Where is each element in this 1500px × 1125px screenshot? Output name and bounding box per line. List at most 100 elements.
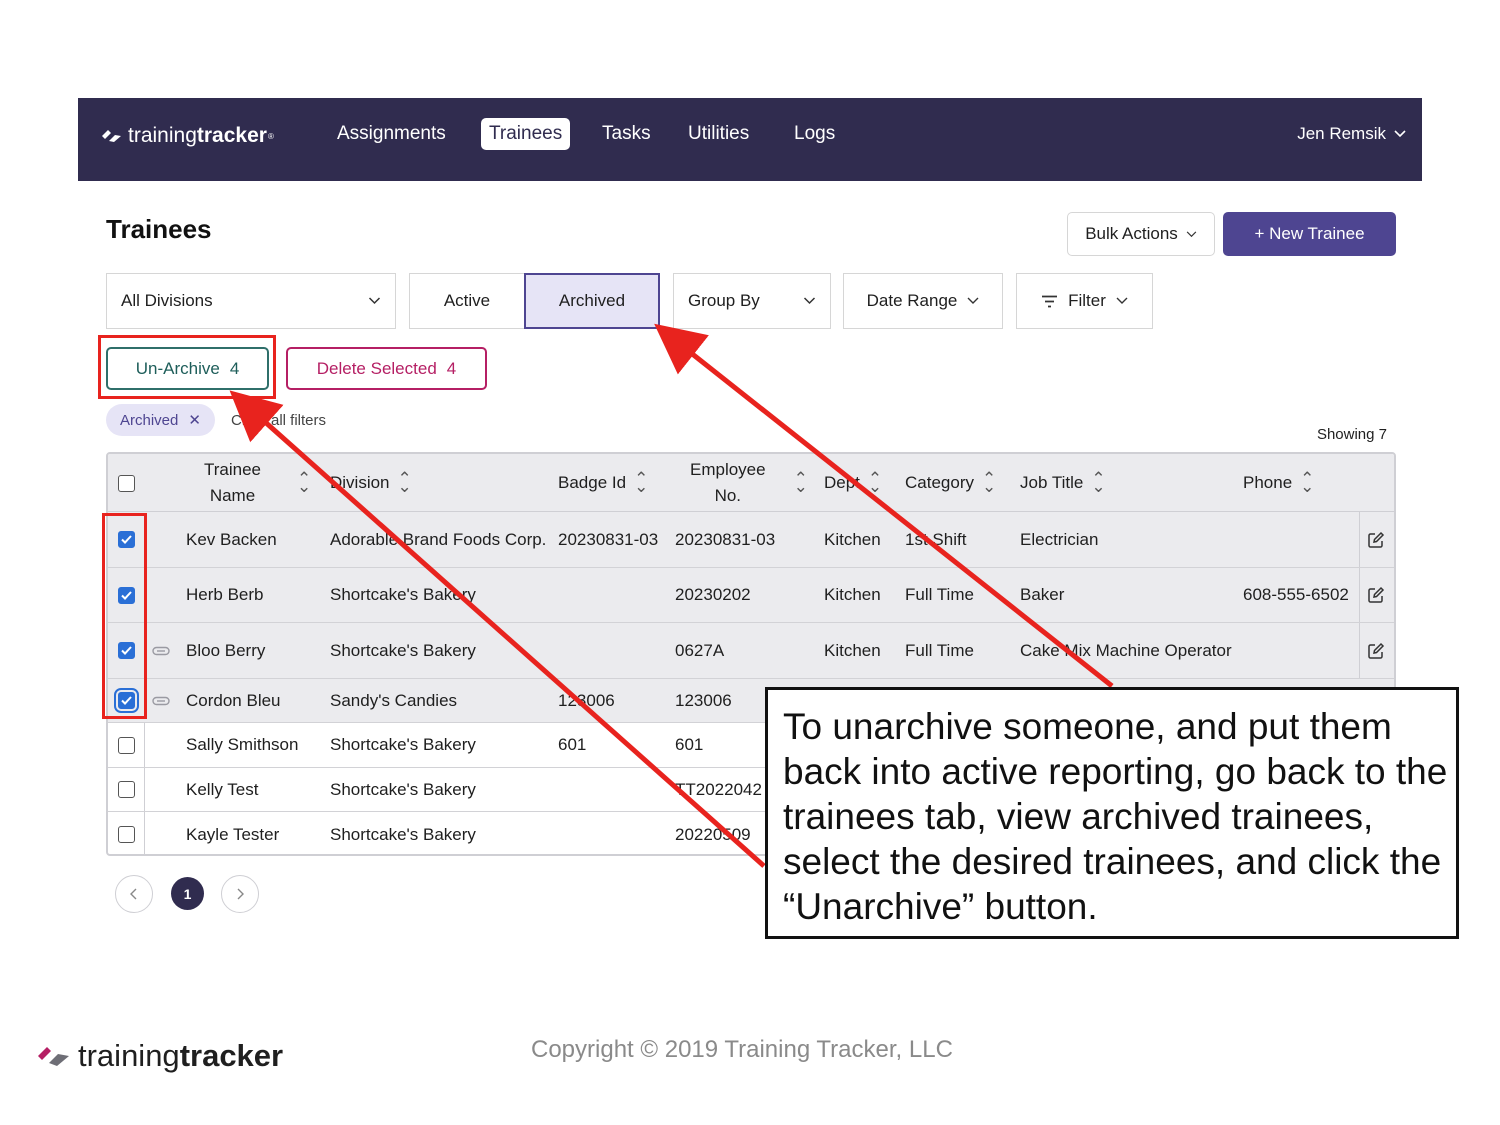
sort-icon[interactable]: ⌃ ⌄	[1091, 470, 1105, 495]
brand-logo[interactable]: training tracker ®	[100, 124, 274, 148]
sort-icon[interactable]: ⌃ ⌄	[868, 470, 882, 495]
table-row[interactable]: Kev Backen Adorable Brand Foods Corp. 2023…	[108, 512, 1394, 568]
date-range-label: Date Range	[866, 291, 958, 310]
cell-job: Baker	[1020, 585, 1065, 604]
header-employee-no[interactable]: Employee No. ⌃ ⌄	[690, 454, 808, 512]
bulk-actions-label: Bulk Actions	[1085, 224, 1178, 243]
row-checkbox[interactable]	[118, 826, 135, 843]
delete-selected-label: Delete Selected	[316, 358, 437, 378]
cell-emp: 20230831-03	[675, 529, 776, 549]
sort-icon[interactable]: ⌃ ⌄	[398, 470, 412, 495]
instruction-callout: To unarchive someone, and put them back …	[765, 687, 1459, 939]
nav-tasks[interactable]: Tasks	[594, 118, 659, 150]
header-dept[interactable]: Dept ⌃ ⌄	[824, 454, 882, 512]
header-emp-line2: No.	[714, 486, 742, 505]
footer-brand-light: training	[78, 1038, 180, 1073]
nav-assignments[interactable]: Assignments	[329, 118, 454, 150]
header-category[interactable]: Category ⌃ ⌄	[905, 454, 996, 512]
new-trainee-button[interactable]: + New Trainee	[1223, 212, 1396, 256]
cell-badge	[558, 568, 668, 622]
cell-category: Full Time	[905, 585, 974, 604]
footer-brand-bold: tracker	[179, 1038, 284, 1073]
select-all-checkbox[interactable]	[118, 474, 135, 492]
sort-icon[interactable]: ⌃ ⌄	[297, 470, 311, 495]
nav-trainees[interactable]: Trainees	[481, 118, 571, 150]
edit-icon[interactable]	[1367, 512, 1385, 567]
sort-icon[interactable]: ⌃ ⌄	[634, 470, 648, 495]
bulk-actions-button[interactable]: Bulk Actions	[1067, 212, 1215, 256]
cell-badge	[558, 623, 668, 678]
division-select[interactable]: All Divisions	[106, 273, 396, 329]
cell-division: Shortcake's Bakery	[330, 735, 476, 754]
unarchive-button[interactable]: Un-Archive 4	[106, 347, 269, 390]
cell-dept: Kitchen	[824, 585, 881, 604]
header-badge-id[interactable]: Badge Id ⌃ ⌄	[558, 454, 648, 512]
header-phone[interactable]: Phone ⌃ ⌄	[1243, 454, 1314, 512]
page-1-button[interactable]: 1	[171, 877, 204, 910]
nav-logs[interactable]: Logs	[786, 118, 843, 150]
cell-badge	[558, 768, 668, 811]
close-icon[interactable]: ✕	[188, 411, 201, 429]
delete-selected-count: 4	[446, 358, 457, 378]
previous-page-button[interactable]	[115, 875, 153, 913]
clear-all-filters-link[interactable]: Clear all filters	[231, 412, 326, 429]
cell-name: Sally Smithson	[186, 735, 299, 754]
table-row[interactable]: Bloo Berry Shortcake's Bakery 0627A Kitchen…	[108, 623, 1394, 679]
filter-button[interactable]: Filter	[1016, 273, 1153, 329]
edit-icon[interactable]	[1367, 568, 1385, 622]
cell-emp: 20230202	[675, 585, 751, 604]
delete-selected-button[interactable]: Delete Selected 4	[286, 347, 487, 390]
cell-phone	[1243, 623, 1353, 678]
header-division[interactable]: Division ⌃ ⌄	[330, 454, 412, 512]
active-toggle[interactable]: Active	[409, 273, 525, 329]
row-checkbox[interactable]	[114, 688, 139, 713]
header-trainee-name[interactable]: Trainee Name ⌃ ⌄	[204, 454, 311, 512]
cell-category: Full Time	[905, 640, 974, 660]
unarchive-count: 4	[229, 358, 240, 378]
chevron-down-icon	[803, 297, 816, 305]
row-checkbox[interactable]	[118, 781, 135, 798]
chevron-down-icon	[967, 297, 979, 304]
row-checkbox[interactable]	[118, 586, 135, 604]
cell-name: Bloo Berry	[186, 640, 266, 660]
chevron-down-icon	[1394, 130, 1406, 138]
cell-name: Kayle Tester	[186, 824, 280, 844]
cell-job: Electrician	[1020, 529, 1099, 549]
date-range-select[interactable]: Date Range	[843, 273, 1003, 329]
cell-division: Shortcake's Bakery	[330, 585, 476, 604]
nav-utilities[interactable]: Utilities	[680, 118, 757, 150]
cell-job: Cake Mix Machine Operator	[1020, 640, 1232, 660]
showing-count: Showing 7	[1316, 426, 1387, 443]
row-select-cell	[118, 568, 135, 622]
next-page-button[interactable]	[221, 875, 259, 913]
brand-text-light: training	[128, 124, 197, 147]
row-checkbox[interactable]	[118, 736, 135, 754]
chevron-down-icon	[1116, 297, 1128, 304]
footer-brand-logo: training tracker	[36, 1038, 283, 1074]
row-checkbox[interactable]	[118, 531, 135, 548]
tracker-logo-icon	[38, 1047, 69, 1066]
chevron-down-icon	[1186, 230, 1197, 237]
copyright-text: Copyright © 2019 Training Tracker, LLC	[531, 1036, 953, 1063]
row-select-cell	[118, 768, 135, 811]
cell-emp: 0627A	[675, 640, 725, 660]
group-by-select[interactable]: Group By	[673, 273, 831, 329]
cell-dept: Kitchen	[824, 529, 881, 549]
cell-badge: 20230831-03	[558, 529, 659, 549]
cell-division: Shortcake's Bakery	[330, 640, 476, 660]
table-row[interactable]: Herb Berb Shortcake's Bakery 20230202 Kitch…	[108, 568, 1394, 623]
row-checkbox[interactable]	[118, 642, 135, 659]
sort-icon[interactable]: ⌃ ⌄	[794, 470, 808, 495]
chevron-left-icon	[130, 888, 137, 900]
attachment-icon	[152, 679, 170, 722]
header-job-title[interactable]: Job Title ⌃ ⌄	[1020, 454, 1106, 512]
sort-icon[interactable]: ⌃ ⌄	[1300, 470, 1314, 495]
cell-phone: 608-555-6502	[1243, 585, 1349, 604]
column-divider	[1359, 623, 1360, 678]
user-menu[interactable]: Jen Remsik	[1297, 124, 1406, 144]
cell-division: Shortcake's Bakery	[330, 779, 476, 799]
sort-icon[interactable]: ⌃ ⌄	[982, 470, 996, 495]
edit-icon[interactable]	[1367, 623, 1385, 678]
archived-toggle[interactable]: Archived	[524, 273, 660, 329]
cell-name: Cordon Bleu	[186, 690, 281, 710]
